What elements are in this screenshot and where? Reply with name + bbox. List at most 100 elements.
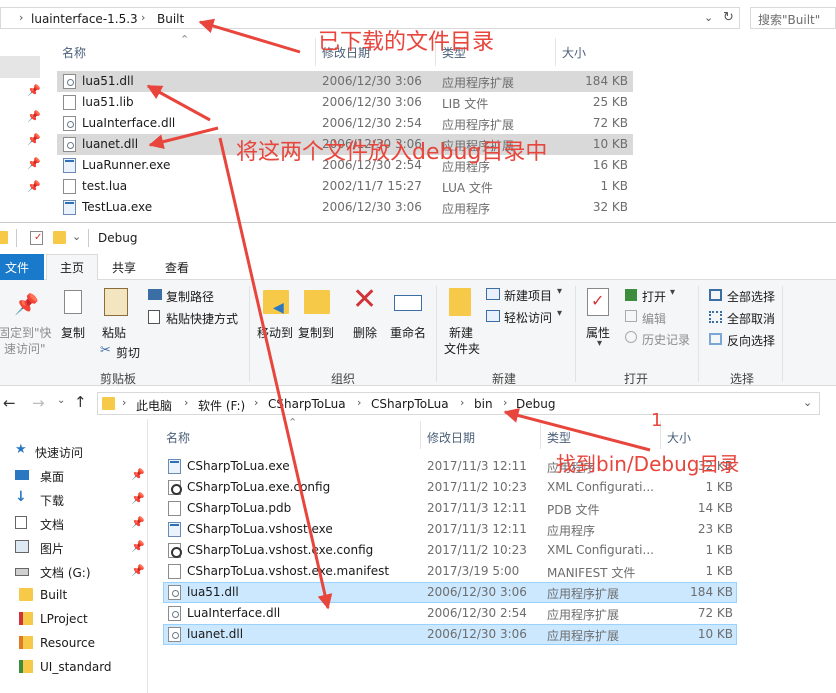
- breadcrumb-item[interactable]: 此电脑: [136, 397, 172, 414]
- breadcrumb-item[interactable]: CSharpToLua: [371, 397, 449, 411]
- new-folder-icon[interactable]: [449, 288, 471, 316]
- file-row[interactable]: luanet.dll 2006/12/30 3:06 应用程序扩展 10 KB: [163, 624, 737, 645]
- file-row[interactable]: test.lua 2002/11/7 15:27 LUA 文件 1 KB: [57, 176, 633, 197]
- paste-button[interactable]: 粘贴: [102, 324, 126, 341]
- breadcrumb-item[interactable]: Built: [157, 12, 184, 26]
- nav-selected-item[interactable]: [0, 56, 40, 78]
- tab-home[interactable]: 主页: [60, 259, 84, 276]
- select-none-button[interactable]: 全部取消: [727, 310, 775, 327]
- file-row[interactable]: TestLua.exe 2006/12/30 3:06 应用程序 32 KB: [57, 197, 633, 218]
- tab-share[interactable]: 共享: [112, 259, 136, 276]
- open-button[interactable]: 打开: [642, 288, 666, 305]
- bottom-address-bar[interactable]: › 此电脑 › 软件 (F:) › CSharpToLua › CSharpTo…: [97, 392, 820, 415]
- paste-shortcut-button[interactable]: 粘贴快捷方式: [166, 310, 238, 327]
- dropdown-arrow-icon[interactable]: ▾: [597, 338, 602, 349]
- dropdown-arrow-icon[interactable]: ▾: [557, 286, 562, 297]
- chevron-down-icon[interactable]: ⌄: [803, 396, 812, 409]
- cut-button[interactable]: 剪切: [116, 344, 140, 361]
- pin-icon[interactable]: 📌: [131, 492, 145, 505]
- column-divider[interactable]: [420, 421, 421, 449]
- breadcrumb-item[interactable]: luainterface-1.5.3: [31, 12, 138, 26]
- tab-file[interactable]: 文件: [0, 254, 44, 280]
- forward-arrow-icon[interactable]: →: [32, 394, 45, 412]
- pin-icon[interactable]: 📌: [131, 540, 145, 553]
- new-folder-button[interactable]: 文件夹: [444, 340, 480, 357]
- rename-icon[interactable]: [394, 295, 422, 311]
- pin-icon[interactable]: 📌: [27, 133, 41, 146]
- dropdown-arrow-icon[interactable]: ▾: [670, 287, 675, 298]
- column-header-type[interactable]: 类型: [547, 429, 571, 446]
- column-header-name[interactable]: 名称: [62, 44, 86, 61]
- pane-divider[interactable]: [147, 419, 148, 693]
- back-arrow-icon[interactable]: ←: [3, 394, 16, 412]
- history-button[interactable]: 历史记录: [642, 331, 690, 348]
- chevron-down-icon[interactable]: ⌄: [72, 230, 81, 243]
- copy-button[interactable]: 复制: [61, 324, 85, 341]
- pin-quick-access-label[interactable]: 固定到"快: [0, 324, 52, 341]
- file-row[interactable]: LuaInterface.dll 2006/12/30 2:54 应用程序扩展 …: [57, 113, 633, 134]
- file-date: 2017/11/2 10:23: [427, 543, 527, 557]
- copy-to-button[interactable]: 复制到: [298, 324, 334, 341]
- copy-to-icon[interactable]: [304, 290, 330, 314]
- tab-view[interactable]: 查看: [165, 259, 189, 276]
- file-row[interactable]: CSharpToLua.exe.config 2017/11/2 10:23 X…: [163, 477, 739, 498]
- top-search-input[interactable]: 搜索"Built": [750, 7, 836, 29]
- copy-path-button[interactable]: 复制路径: [166, 288, 214, 305]
- invert-selection-button[interactable]: 反向选择: [727, 332, 775, 349]
- file-row[interactable]: LuaInterface.dll 2006/12/30 2:54 应用程序扩展 …: [163, 603, 739, 624]
- pin-icon[interactable]: 📌: [131, 468, 145, 481]
- delete-button[interactable]: 删除: [353, 324, 377, 341]
- file-type: LIB 文件: [442, 97, 489, 111]
- new-item-button[interactable]: 新建项目: [504, 287, 552, 304]
- breadcrumb-item[interactable]: bin: [474, 397, 493, 411]
- file-row[interactable]: CSharpToLua.pdb 2017/11/3 12:11 PDB 文件 1…: [163, 498, 739, 519]
- edit-button[interactable]: 编辑: [642, 310, 666, 327]
- column-divider[interactable]: [315, 38, 316, 66]
- pin-icon[interactable]: 📌: [14, 292, 39, 316]
- file-row[interactable]: lua51.lib 2006/12/30 3:06 LIB 文件 25 KB: [57, 92, 633, 113]
- file-row[interactable]: CSharpToLua.vshost.exe.manifest 2017/3/1…: [163, 561, 739, 582]
- pin-icon[interactable]: 📌: [27, 84, 41, 97]
- breadcrumb-item[interactable]: 软件 (F:): [198, 397, 245, 414]
- properties-icon[interactable]: ✓: [587, 288, 609, 316]
- pin-icon[interactable]: 📌: [27, 157, 41, 170]
- refresh-icon[interactable]: ↻: [723, 10, 734, 25]
- file-row[interactable]: CSharpToLua.vshost.exe.config 2017/11/2 …: [163, 540, 739, 561]
- annotation-downloaded-dir: 已下载的文件目录: [318, 30, 495, 55]
- breadcrumb-item[interactable]: Debug: [516, 397, 555, 411]
- pin-icon[interactable]: 📌: [27, 180, 41, 193]
- new-folder-quick-icon[interactable]: [53, 231, 66, 244]
- delete-x-icon[interactable]: ✕: [352, 284, 377, 316]
- pin-icon[interactable]: 📌: [27, 110, 41, 123]
- column-header-name[interactable]: 名称: [166, 429, 190, 446]
- up-arrow-icon[interactable]: ↑: [74, 393, 87, 411]
- breadcrumb-item[interactable]: CSharpToLua: [268, 397, 346, 411]
- exe-file-icon: [63, 158, 76, 173]
- recent-chevron-icon[interactable]: ⌄: [57, 395, 65, 406]
- dropdown-arrow-icon[interactable]: ▾: [557, 308, 562, 319]
- paste-icon[interactable]: [104, 288, 128, 316]
- column-divider[interactable]: [540, 421, 541, 449]
- easy-access-button[interactable]: 轻松访问: [504, 309, 552, 326]
- properties-quick-icon[interactable]: ✓: [30, 231, 43, 245]
- divider: [575, 286, 576, 382]
- pin-quick-access-label[interactable]: 速访问": [4, 340, 46, 357]
- file-row[interactable]: lua51.dll 2006/12/30 3:06 应用程序扩展 184 KB: [163, 582, 737, 603]
- select-all-button[interactable]: 全部选择: [727, 288, 775, 305]
- copy-icon[interactable]: [64, 290, 82, 314]
- move-to-button[interactable]: 移动到: [257, 324, 293, 341]
- pin-icon[interactable]: 📌: [131, 516, 145, 529]
- file-row[interactable]: lua51.dll 2006/12/30 3:06 应用程序扩展 184 KB: [57, 71, 633, 92]
- file-name: lua51.dll: [187, 585, 239, 599]
- file-date: 2006/12/30 2:54: [427, 606, 527, 620]
- chevron-down-icon[interactable]: ⌄: [704, 11, 713, 24]
- column-header-date[interactable]: 修改日期: [427, 429, 475, 446]
- column-header-size[interactable]: 大小: [667, 429, 691, 446]
- column-divider[interactable]: [555, 38, 556, 66]
- file-row[interactable]: CSharpToLua.vshost.exe 2017/11/3 12:11 应…: [163, 519, 739, 540]
- column-header-size[interactable]: 大小: [562, 44, 586, 61]
- rename-button[interactable]: 重命名: [390, 324, 426, 341]
- new-folder-button[interactable]: 新建: [449, 324, 473, 341]
- pin-icon[interactable]: 📌: [131, 564, 145, 577]
- file-type: MANIFEST 文件: [547, 566, 636, 580]
